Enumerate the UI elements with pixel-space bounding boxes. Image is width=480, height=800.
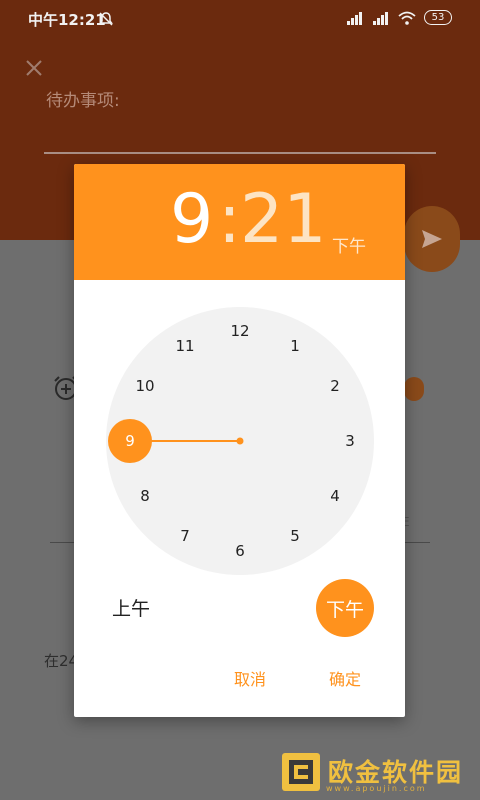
watermark-url: www.apoujin.com: [326, 784, 427, 793]
todo-input-underline: [44, 152, 436, 154]
close-icon[interactable]: [24, 58, 44, 78]
clock-number-4[interactable]: 4: [320, 486, 350, 506]
clock-number-9[interactable]: 9: [115, 431, 145, 451]
battery-icon: 53: [424, 10, 452, 25]
clock-number-12[interactable]: 12: [225, 321, 255, 341]
wifi-icon: [398, 11, 416, 25]
am-button[interactable]: 上午: [112, 594, 150, 621]
signal-icon: [347, 11, 362, 25]
clock-dial: [106, 307, 374, 575]
clock-number-7[interactable]: 7: [170, 526, 200, 546]
mute-icon: [99, 12, 113, 26]
clock-number-11[interactable]: 11: [170, 336, 200, 356]
watermark-logo-icon: [282, 753, 320, 791]
clock-number-8[interactable]: 8: [130, 486, 160, 506]
time-picker-header: 9 : 21 下午: [74, 164, 405, 280]
cancel-button[interactable]: 取消: [234, 666, 266, 690]
watermark-text: 欧金软件园: [328, 757, 464, 787]
signal-icon: [373, 11, 388, 25]
selected-minute[interactable]: 21: [240, 186, 327, 254]
time-picker-dialog: 9 : 21 下午 12 1 2 3 4 5 6 7 8 9 10 11 上午 …: [74, 164, 405, 717]
clock-number-1[interactable]: 1: [280, 336, 310, 356]
clock-number-2[interactable]: 2: [320, 376, 350, 396]
clock-number-5[interactable]: 5: [280, 526, 310, 546]
selected-hour[interactable]: 9: [170, 186, 213, 254]
pm-button[interactable]: 下午: [316, 579, 374, 637]
clock-number-6[interactable]: 6: [225, 541, 255, 561]
alarm-toggle[interactable]: [404, 377, 424, 401]
clock-face[interactable]: 12 1 2 3 4 5 6 7 8 9 10 11: [106, 307, 374, 575]
time-separator: :: [218, 180, 241, 259]
status-bar: 中午12:21 53: [0, 0, 480, 36]
clock-number-3[interactable]: 3: [335, 431, 365, 451]
bottom-hint-text: 在24: [44, 652, 79, 670]
selected-ampm[interactable]: 下午: [332, 232, 366, 257]
send-button[interactable]: [404, 206, 460, 272]
ok-button[interactable]: 确定: [329, 666, 361, 690]
clock-number-10[interactable]: 10: [130, 376, 160, 396]
todo-label: 待办事项:: [46, 91, 120, 111]
status-time: 中午12:21: [28, 11, 106, 29]
send-icon: [422, 230, 442, 248]
